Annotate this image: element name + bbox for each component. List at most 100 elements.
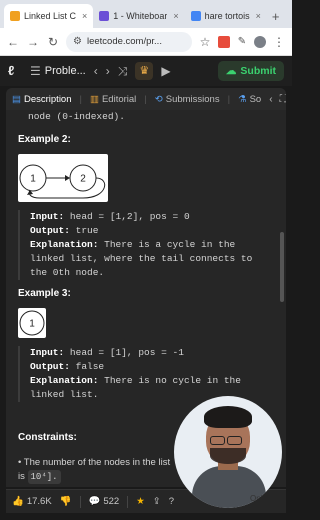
prev-problem-button[interactable]: ‹ xyxy=(94,64,98,78)
tab-submissions[interactable]: ⟲ Submissions xyxy=(155,94,220,105)
submit-label: Submit xyxy=(240,65,276,77)
thumbs-up-icon: 👍 xyxy=(12,496,24,507)
output-value: true xyxy=(75,225,99,236)
google-favicon-icon xyxy=(190,11,201,21)
comments-button[interactable]: 💬 522 xyxy=(89,496,120,507)
panel-tabs: ▤ Description | ▥ Editorial | ⟲ Submissi… xyxy=(6,88,286,110)
webcam-overlay: Online xyxy=(174,396,282,508)
browser-tab-hare-tortoise[interactable]: hare tortois × xyxy=(185,4,267,28)
presenter-glasses xyxy=(210,432,246,445)
dislike-button[interactable]: 👎 xyxy=(60,496,72,507)
description-continuation: node (0-indexed). xyxy=(28,111,125,122)
example-3-heading: Example 3: xyxy=(18,288,71,299)
expand-panel-icon[interactable]: ⛶ xyxy=(280,94,286,105)
thumbs-down-icon: 👎 xyxy=(59,496,72,507)
browser-menu-icon[interactable]: ⋮ xyxy=(272,35,286,49)
comment-icon: 💬 xyxy=(88,496,101,507)
example-3-code: Input: head = [1], pos = -1 Output: fals… xyxy=(18,346,268,402)
browser-tab-whiteboard[interactable]: 1 - Whiteboar × xyxy=(93,4,184,28)
description-icon: ▤ xyxy=(12,93,21,105)
help-icon[interactable]: ? xyxy=(169,496,174,507)
back-button[interactable]: ← xyxy=(6,35,20,49)
favorite-star-icon[interactable]: ★ xyxy=(136,496,145,507)
tab-close-icon[interactable]: × xyxy=(256,11,261,21)
forward-button[interactable]: → xyxy=(26,35,40,49)
shuffle-icon[interactable]: ⤨ xyxy=(118,64,128,79)
extension-icon[interactable] xyxy=(218,35,230,48)
divider xyxy=(79,495,81,508)
submissions-icon: ⟲ xyxy=(154,93,163,105)
arrow-head xyxy=(65,175,70,181)
output-label: Output: xyxy=(30,225,70,236)
node-label: 2 xyxy=(80,174,86,185)
share-icon[interactable]: ⇪ xyxy=(153,496,161,507)
tab-divider: | xyxy=(227,93,231,105)
input-label: Input: xyxy=(30,211,65,222)
output-label: Output: xyxy=(30,361,70,372)
problem-list-label: Proble... xyxy=(44,65,86,77)
site-info-icon[interactable]: ⚙ xyxy=(73,36,82,47)
node-label: 1 xyxy=(29,319,35,330)
bookmark-star-icon[interactable]: ☆ xyxy=(198,35,212,49)
bullet-dot: • xyxy=(18,457,22,468)
example-3-diagram: 1 xyxy=(18,308,46,338)
leetcode-favicon-icon xyxy=(10,11,20,21)
browser-tab-bar: Linked List C × 1 - Whiteboar × hare tor… xyxy=(0,0,292,28)
constraints-heading: Constraints: xyxy=(18,432,77,443)
submit-button[interactable]: ☁ Submit xyxy=(217,61,284,81)
address-bar: ← → ↻ ⚙ leetcode.com/pr... ☆ ✎ ⋮ xyxy=(0,28,292,56)
online-status-label: Online xyxy=(250,494,274,503)
input-value: head = [1], pos = -1 xyxy=(69,347,184,358)
next-problem-button[interactable]: › xyxy=(106,64,110,78)
problem-list-button[interactable]: ☰ Proble... xyxy=(30,64,86,78)
premium-icon[interactable]: ♛ xyxy=(135,62,154,80)
tab-editorial[interactable]: ▥ Editorial xyxy=(90,94,136,105)
presenter-beard xyxy=(210,448,246,464)
url-text: leetcode.com/pr... xyxy=(86,36,162,47)
tab-divider: | xyxy=(79,93,82,105)
tab-label: So xyxy=(249,93,262,105)
example-2-diagram: 1 2 xyxy=(18,154,108,202)
reload-button[interactable]: ↻ xyxy=(46,35,60,49)
tab-close-icon[interactable]: × xyxy=(82,11,87,21)
tab-label: Linked List C xyxy=(24,11,77,21)
solutions-icon: ⚗ xyxy=(238,93,247,105)
scrollbar-thumb[interactable] xyxy=(280,232,284,302)
editorial-icon: ▥ xyxy=(89,93,99,105)
new-tab-button[interactable]: + xyxy=(267,4,285,28)
constraint-item: • The number of the nodes in the list is… xyxy=(18,456,178,484)
example-2-code: Input: head = [1,2], pos = 0 Output: tru… xyxy=(18,210,268,280)
input-label: Input: xyxy=(30,347,65,358)
output-value: false xyxy=(75,361,105,372)
tab-divider: | xyxy=(144,93,147,105)
node-label: 1 xyxy=(30,174,36,185)
tab-label: Description xyxy=(23,93,72,105)
presenter-hair xyxy=(204,406,252,428)
leetcode-top-bar: ℓ ☰ Proble... ‹ › ⤨ ♛ ▶ ☁ Submit xyxy=(0,56,292,86)
extension-puzzle-icon[interactable]: ✎ xyxy=(236,36,248,48)
panel-actions: ‹ ⛶ ⋮ xyxy=(269,94,286,105)
comment-count: 522 xyxy=(103,496,120,507)
leetcode-logo-icon[interactable]: ℓ xyxy=(8,64,22,78)
tab-solutions[interactable]: ⚗ So xyxy=(238,94,261,105)
example-2-heading: Example 2: xyxy=(18,134,71,145)
whiteboard-favicon-icon xyxy=(99,11,110,21)
run-button[interactable]: ▶ xyxy=(161,64,170,78)
list-icon: ☰ xyxy=(30,64,41,78)
input-value: head = [1,2], pos = 0 xyxy=(69,211,190,222)
upload-cloud-icon: ☁ xyxy=(225,65,237,77)
explanation-label: Explanation: xyxy=(30,375,99,386)
tab-label: 1 - Whiteboar xyxy=(113,11,168,21)
divider xyxy=(127,495,129,508)
tab-description[interactable]: ▤ Description xyxy=(12,94,72,105)
tab-label: Editorial xyxy=(101,93,137,105)
like-button[interactable]: 👍 17.6K xyxy=(12,496,52,507)
url-field[interactable]: ⚙ leetcode.com/pr... xyxy=(66,31,192,52)
collapse-panel-icon[interactable]: ‹ xyxy=(269,94,272,105)
tab-label: Submissions xyxy=(165,93,220,105)
explanation-label: Explanation: xyxy=(30,239,99,250)
profile-icon[interactable] xyxy=(254,35,266,48)
tab-close-icon[interactable]: × xyxy=(173,11,178,21)
tab-label: hare tortois xyxy=(204,11,250,21)
browser-tab-linked-list[interactable]: Linked List C × xyxy=(4,4,94,28)
